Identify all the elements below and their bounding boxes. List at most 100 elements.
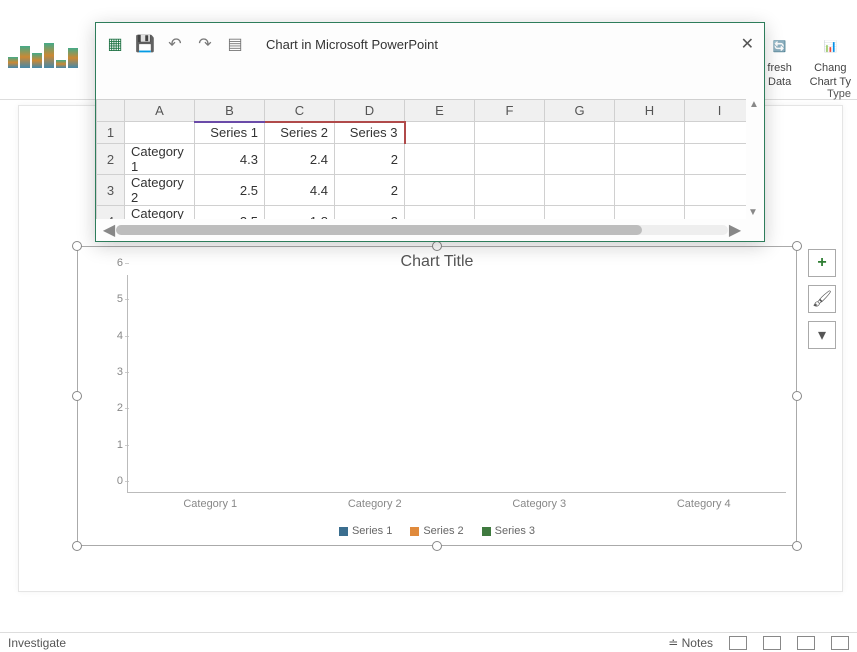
chart-plot[interactable]: 0123456 Category 1Category 2Category 3Ca… — [103, 275, 786, 493]
grid-cell[interactable]: 4.4 — [265, 175, 335, 206]
grid-cell[interactable] — [405, 144, 475, 175]
legend-item[interactable]: Series 3 — [482, 525, 535, 537]
grid-cell[interactable] — [125, 122, 195, 144]
hscroll-thumb[interactable] — [116, 225, 642, 235]
row-header[interactable]: 2 — [97, 144, 125, 175]
scroll-up-icon[interactable]: ▲ — [748, 99, 760, 111]
chart-styles-button[interactable]: 🖌 — [808, 285, 836, 313]
grid-cell[interactable] — [545, 175, 615, 206]
change-chart-type-button[interactable]: 📊 Chang Chart Ty — [804, 28, 857, 92]
ribbon-chart-style-thumb[interactable] — [8, 40, 78, 68]
status-investigate[interactable]: Investigate — [8, 636, 66, 650]
grid-cell[interactable] — [685, 122, 747, 144]
close-button[interactable]: ✕ — [741, 34, 754, 54]
chart-elements-button[interactable]: + — [808, 249, 836, 277]
refresh-data-button[interactable]: 🔄 fresh Data — [760, 28, 800, 92]
view-reading-button[interactable] — [797, 636, 815, 650]
grid-cell[interactable]: 2.5 — [195, 175, 265, 206]
plot-area[interactable]: Category 1Category 2Category 3Category 4 — [127, 275, 786, 493]
row-header[interactable]: 1 — [97, 122, 125, 144]
resize-handle[interactable] — [72, 391, 82, 401]
scroll-down-icon[interactable]: ▼ — [748, 207, 758, 219]
resize-handle[interactable] — [432, 241, 442, 251]
grid-cell[interactable] — [405, 175, 475, 206]
grid-cell[interactable] — [545, 122, 615, 144]
grid-cell[interactable] — [405, 206, 475, 220]
resize-handle[interactable] — [792, 241, 802, 251]
row-header[interactable]: 3 — [97, 175, 125, 206]
resize-handle[interactable] — [792, 541, 802, 551]
resize-handle[interactable] — [72, 541, 82, 551]
grid-cell[interactable] — [615, 122, 685, 144]
col-header[interactable]: F — [475, 100, 545, 122]
editor-titlebar[interactable]: ▦ 💾 ↶ ↷ ▤ Chart in Microsoft PowerPoint … — [96, 23, 764, 65]
grid-cell[interactable] — [615, 175, 685, 206]
col-header[interactable]: E — [405, 100, 475, 122]
grid-cell[interactable] — [685, 175, 747, 206]
grid-cell[interactable]: Series 3 — [335, 122, 405, 144]
col-header[interactable]: C — [265, 100, 335, 122]
grid-cell[interactable] — [405, 122, 475, 144]
legend-item[interactable]: Series 2 — [410, 525, 463, 537]
legend-item[interactable]: Series 1 — [339, 525, 392, 537]
redo-icon[interactable]: ↷ — [196, 35, 214, 53]
edit-in-excel-icon[interactable]: ▤ — [226, 35, 244, 53]
grid-cell[interactable] — [545, 144, 615, 175]
excel-icon: ▦ — [106, 35, 124, 53]
grid-cell[interactable] — [685, 144, 747, 175]
col-header[interactable]: B — [195, 100, 265, 122]
x-category-label: Category 4 — [646, 492, 761, 510]
undo-icon[interactable]: ↶ — [166, 35, 184, 53]
col-header[interactable]: H — [615, 100, 685, 122]
resize-handle[interactable] — [72, 241, 82, 251]
chart-data-editor[interactable]: ▦ 💾 ↶ ↷ ▤ Chart in Microsoft PowerPoint … — [95, 22, 765, 242]
editor-title: Chart in Microsoft PowerPoint — [266, 37, 438, 52]
chart-object[interactable]: Chart Title 0123456 Category 1Category 2… — [77, 246, 797, 546]
scroll-left-icon[interactable]: ◀ — [102, 220, 116, 240]
grid-cell[interactable] — [475, 122, 545, 144]
grid-vscroll[interactable]: ▲ ▼ — [748, 99, 760, 219]
ribbon-group-label: Type — [827, 88, 851, 100]
notes-button[interactable]: ≐ Notes — [668, 636, 713, 650]
grid-cell[interactable] — [685, 206, 747, 220]
view-normal-button[interactable] — [729, 636, 747, 650]
scroll-right-icon[interactable]: ▶ — [728, 220, 742, 240]
corner-cell[interactable] — [97, 100, 125, 122]
view-sorter-button[interactable] — [763, 636, 781, 650]
view-slideshow-button[interactable] — [831, 636, 849, 650]
grid-cell[interactable] — [545, 206, 615, 220]
chart-filters-button[interactable]: ▾ — [808, 321, 836, 349]
y-tick: 0 — [103, 475, 123, 487]
grid-cell[interactable] — [475, 144, 545, 175]
refresh-sub: Data — [768, 76, 791, 88]
resize-handle[interactable] — [432, 541, 442, 551]
grid-cell[interactable]: 3.5 — [195, 206, 265, 220]
grid-cell[interactable]: 2 — [335, 175, 405, 206]
grid-hscroll[interactable]: ◀ ▶ — [102, 223, 742, 237]
y-tick: 2 — [103, 402, 123, 414]
col-header[interactable]: I — [685, 100, 747, 122]
grid-cell[interactable]: 4.3 — [195, 144, 265, 175]
grid-cell[interactable]: Category 1 — [125, 144, 195, 175]
grid-cell[interactable]: 1.8 — [265, 206, 335, 220]
grid-cell[interactable]: Category 2 — [125, 175, 195, 206]
grid-cell[interactable] — [475, 175, 545, 206]
col-header[interactable]: D — [335, 100, 405, 122]
grid-cell[interactable] — [475, 206, 545, 220]
grid-cell[interactable]: 2 — [335, 144, 405, 175]
grid-cell[interactable]: Series 2 — [265, 122, 335, 144]
data-grid[interactable]: ABCDEFGHI1Series 1Series 2Series 32Categ… — [96, 99, 746, 219]
grid-cell[interactable] — [615, 144, 685, 175]
grid-cell[interactable]: Category 3 — [125, 206, 195, 220]
col-header[interactable]: G — [545, 100, 615, 122]
grid-cell[interactable] — [615, 206, 685, 220]
grid-cell[interactable]: Series 1 — [195, 122, 265, 144]
chart-legend[interactable]: Series 1 Series 2 Series 3 — [78, 525, 796, 537]
col-header[interactable]: A — [125, 100, 195, 122]
save-icon[interactable]: 💾 — [136, 35, 154, 53]
grid-cell[interactable]: 3 — [335, 206, 405, 220]
row-header[interactable]: 4 — [97, 206, 125, 220]
hscroll-track[interactable] — [116, 225, 728, 235]
resize-handle[interactable] — [792, 391, 802, 401]
grid-cell[interactable]: 2.4 — [265, 144, 335, 175]
